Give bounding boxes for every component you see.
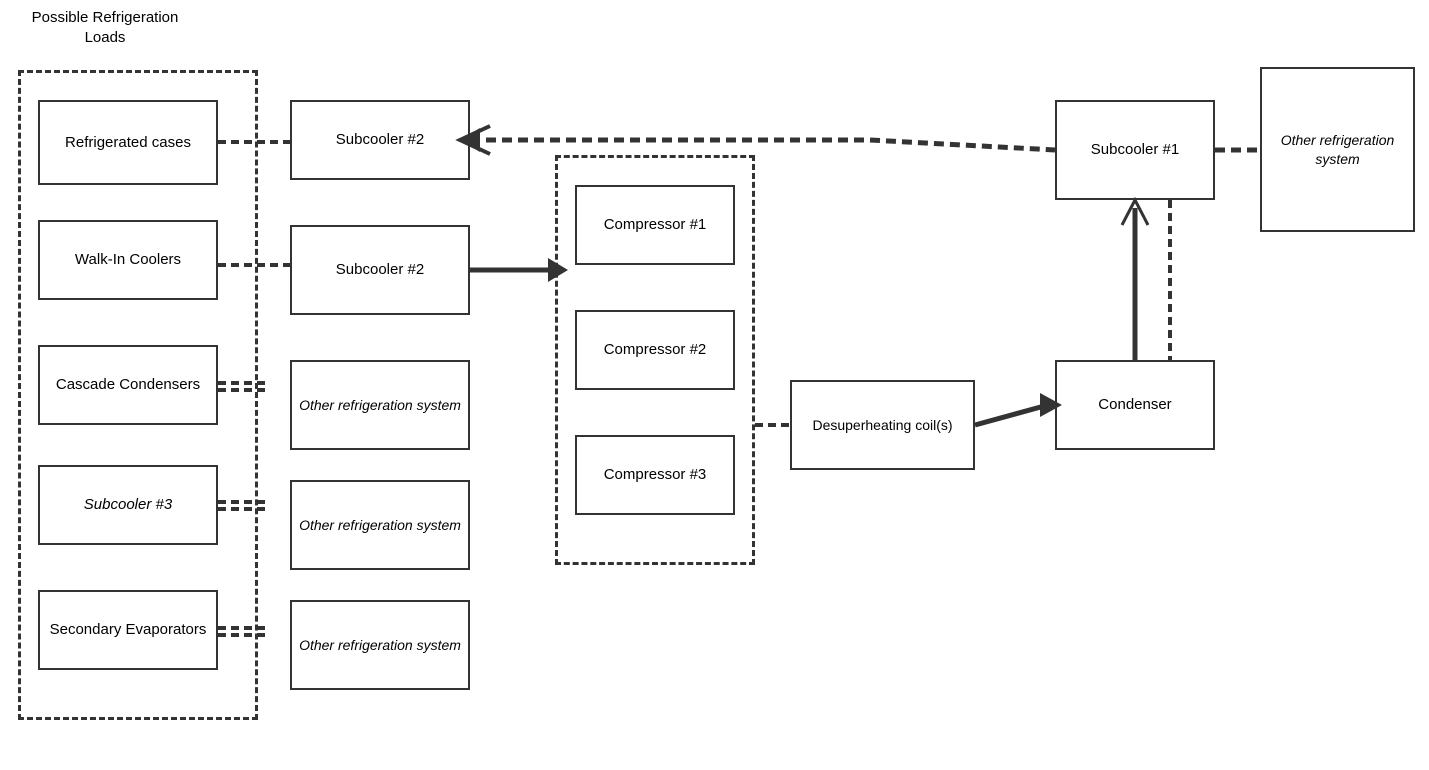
other-ref2-box: Other refrigeration system bbox=[290, 480, 470, 570]
diagram-title: Possible Refrigeration Loads bbox=[10, 8, 200, 47]
other-ref1-box: Other refrigeration system bbox=[290, 360, 470, 450]
other-ref3-box: Other refrigeration system bbox=[290, 600, 470, 690]
condenser-box: Condenser bbox=[1055, 360, 1215, 450]
diagram: Possible Refrigeration Loads Refrigerate… bbox=[0, 0, 1429, 770]
other-ref-top-right-box: Other refrigeration system bbox=[1260, 67, 1415, 232]
subcooler2-top-box: Subcooler #2 bbox=[290, 100, 470, 180]
secondary-evaporators-box: Secondary Evaporators bbox=[38, 590, 218, 670]
subcooler2-mid-box: Subcooler #2 bbox=[290, 225, 470, 315]
walk-in-coolers-box: Walk-In Coolers bbox=[38, 220, 218, 300]
compressor3-box: Compressor #3 bbox=[575, 435, 735, 515]
cascade-condensers-box: Cascade Condensers bbox=[38, 345, 218, 425]
compressor2-box: Compressor #2 bbox=[575, 310, 735, 390]
compressor1-box: Compressor #1 bbox=[575, 185, 735, 265]
subcooler3-box: Subcooler #3 bbox=[38, 465, 218, 545]
refrigerated-cases-box: Refrigerated cases bbox=[38, 100, 218, 185]
subcooler1-box: Subcooler #1 bbox=[1055, 100, 1215, 200]
desuperheating-box: Desuperheating coil(s) bbox=[790, 380, 975, 470]
